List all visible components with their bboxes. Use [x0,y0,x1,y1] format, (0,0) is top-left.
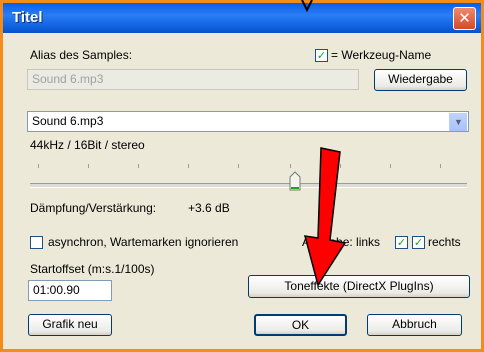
pointer-arrow-icon [301,0,313,13]
red-arrow-icon [303,147,347,287]
annotation-overlay [301,0,347,287]
